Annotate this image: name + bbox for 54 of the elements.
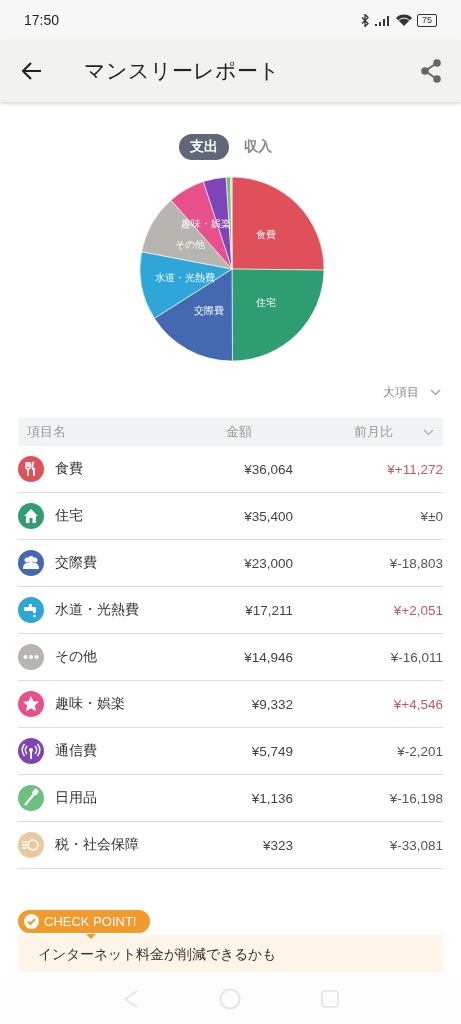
wifi-icon — [396, 14, 412, 26]
amount: ¥23,000 — [243, 555, 293, 571]
amount: ¥36,064 — [243, 461, 293, 477]
slice-label: 水道・光熱費 — [154, 272, 215, 283]
home-nav-icon[interactable] — [218, 988, 241, 1010]
screen-title: マンスリーレポート — [84, 58, 281, 85]
month-change: ¥-33,081 — [388, 837, 443, 853]
month-change: ¥+4,546 — [392, 696, 443, 712]
amount: ¥14,946 — [243, 649, 293, 665]
chevron-down-icon — [423, 428, 434, 436]
slice-label: 食費 — [255, 229, 276, 241]
category-name: 水道・光熱費 — [55, 601, 140, 619]
slice-label: 交際費 — [193, 305, 224, 316]
recents-nav-icon[interactable] — [320, 990, 339, 1008]
category-level-dropdown[interactable]: 大項目 — [383, 384, 443, 401]
category-name: その他 — [55, 648, 98, 666]
month-change: ¥-16,011 — [389, 649, 443, 665]
category-name: 趣味・娯楽 — [55, 695, 126, 713]
chevron-down-icon — [430, 389, 441, 396]
column-header: 金額 — [225, 423, 253, 441]
month-change: ¥-18,803 — [388, 555, 443, 571]
amount: ¥323 — [261, 837, 293, 853]
back-icon[interactable] — [22, 62, 42, 80]
battery-indicator: 75 — [417, 13, 437, 27]
segment-tab[interactable]: 支出 — [178, 134, 229, 160]
amount: ¥17,211 — [244, 602, 293, 618]
slice-label: その他 — [174, 239, 205, 251]
amount: ¥1,136 — [250, 790, 293, 806]
category-name: 住宅 — [55, 507, 84, 525]
signal-icon — [375, 14, 391, 26]
amount: ¥35,400 — [243, 508, 293, 524]
category-name: 日用品 — [55, 789, 98, 807]
badge-label: CHECK POINT! — [44, 914, 137, 929]
slice-label: 住宅 — [255, 296, 276, 308]
month-change: ¥±0 — [419, 508, 443, 524]
month-change: ¥+2,051 — [392, 602, 443, 618]
amount: ¥5,749 — [250, 743, 293, 759]
sort-column-header[interactable]: 前月比 — [274, 423, 434, 441]
amount: ¥9,332 — [250, 696, 293, 712]
clock: 17:50 — [24, 12, 60, 28]
back-nav-icon[interactable] — [122, 990, 139, 1008]
check-icon — [24, 914, 39, 929]
category-name: 交際費 — [55, 554, 98, 572]
column-header: 項目名 — [27, 423, 67, 441]
bluetooth-icon — [361, 13, 370, 27]
month-change: ¥-16,198 — [388, 790, 443, 806]
month-change: ¥-2,201 — [396, 743, 443, 759]
category-name: 通信費 — [55, 742, 98, 760]
month-change: ¥+11,272 — [386, 461, 443, 477]
category-name: 食費 — [55, 460, 84, 478]
share-icon[interactable] — [420, 59, 442, 83]
tip-text: インターネット料金が削減できるかも — [38, 946, 277, 964]
segment-tab[interactable]: 収入 — [232, 134, 283, 160]
category-name: 税・社会保障 — [55, 836, 140, 854]
